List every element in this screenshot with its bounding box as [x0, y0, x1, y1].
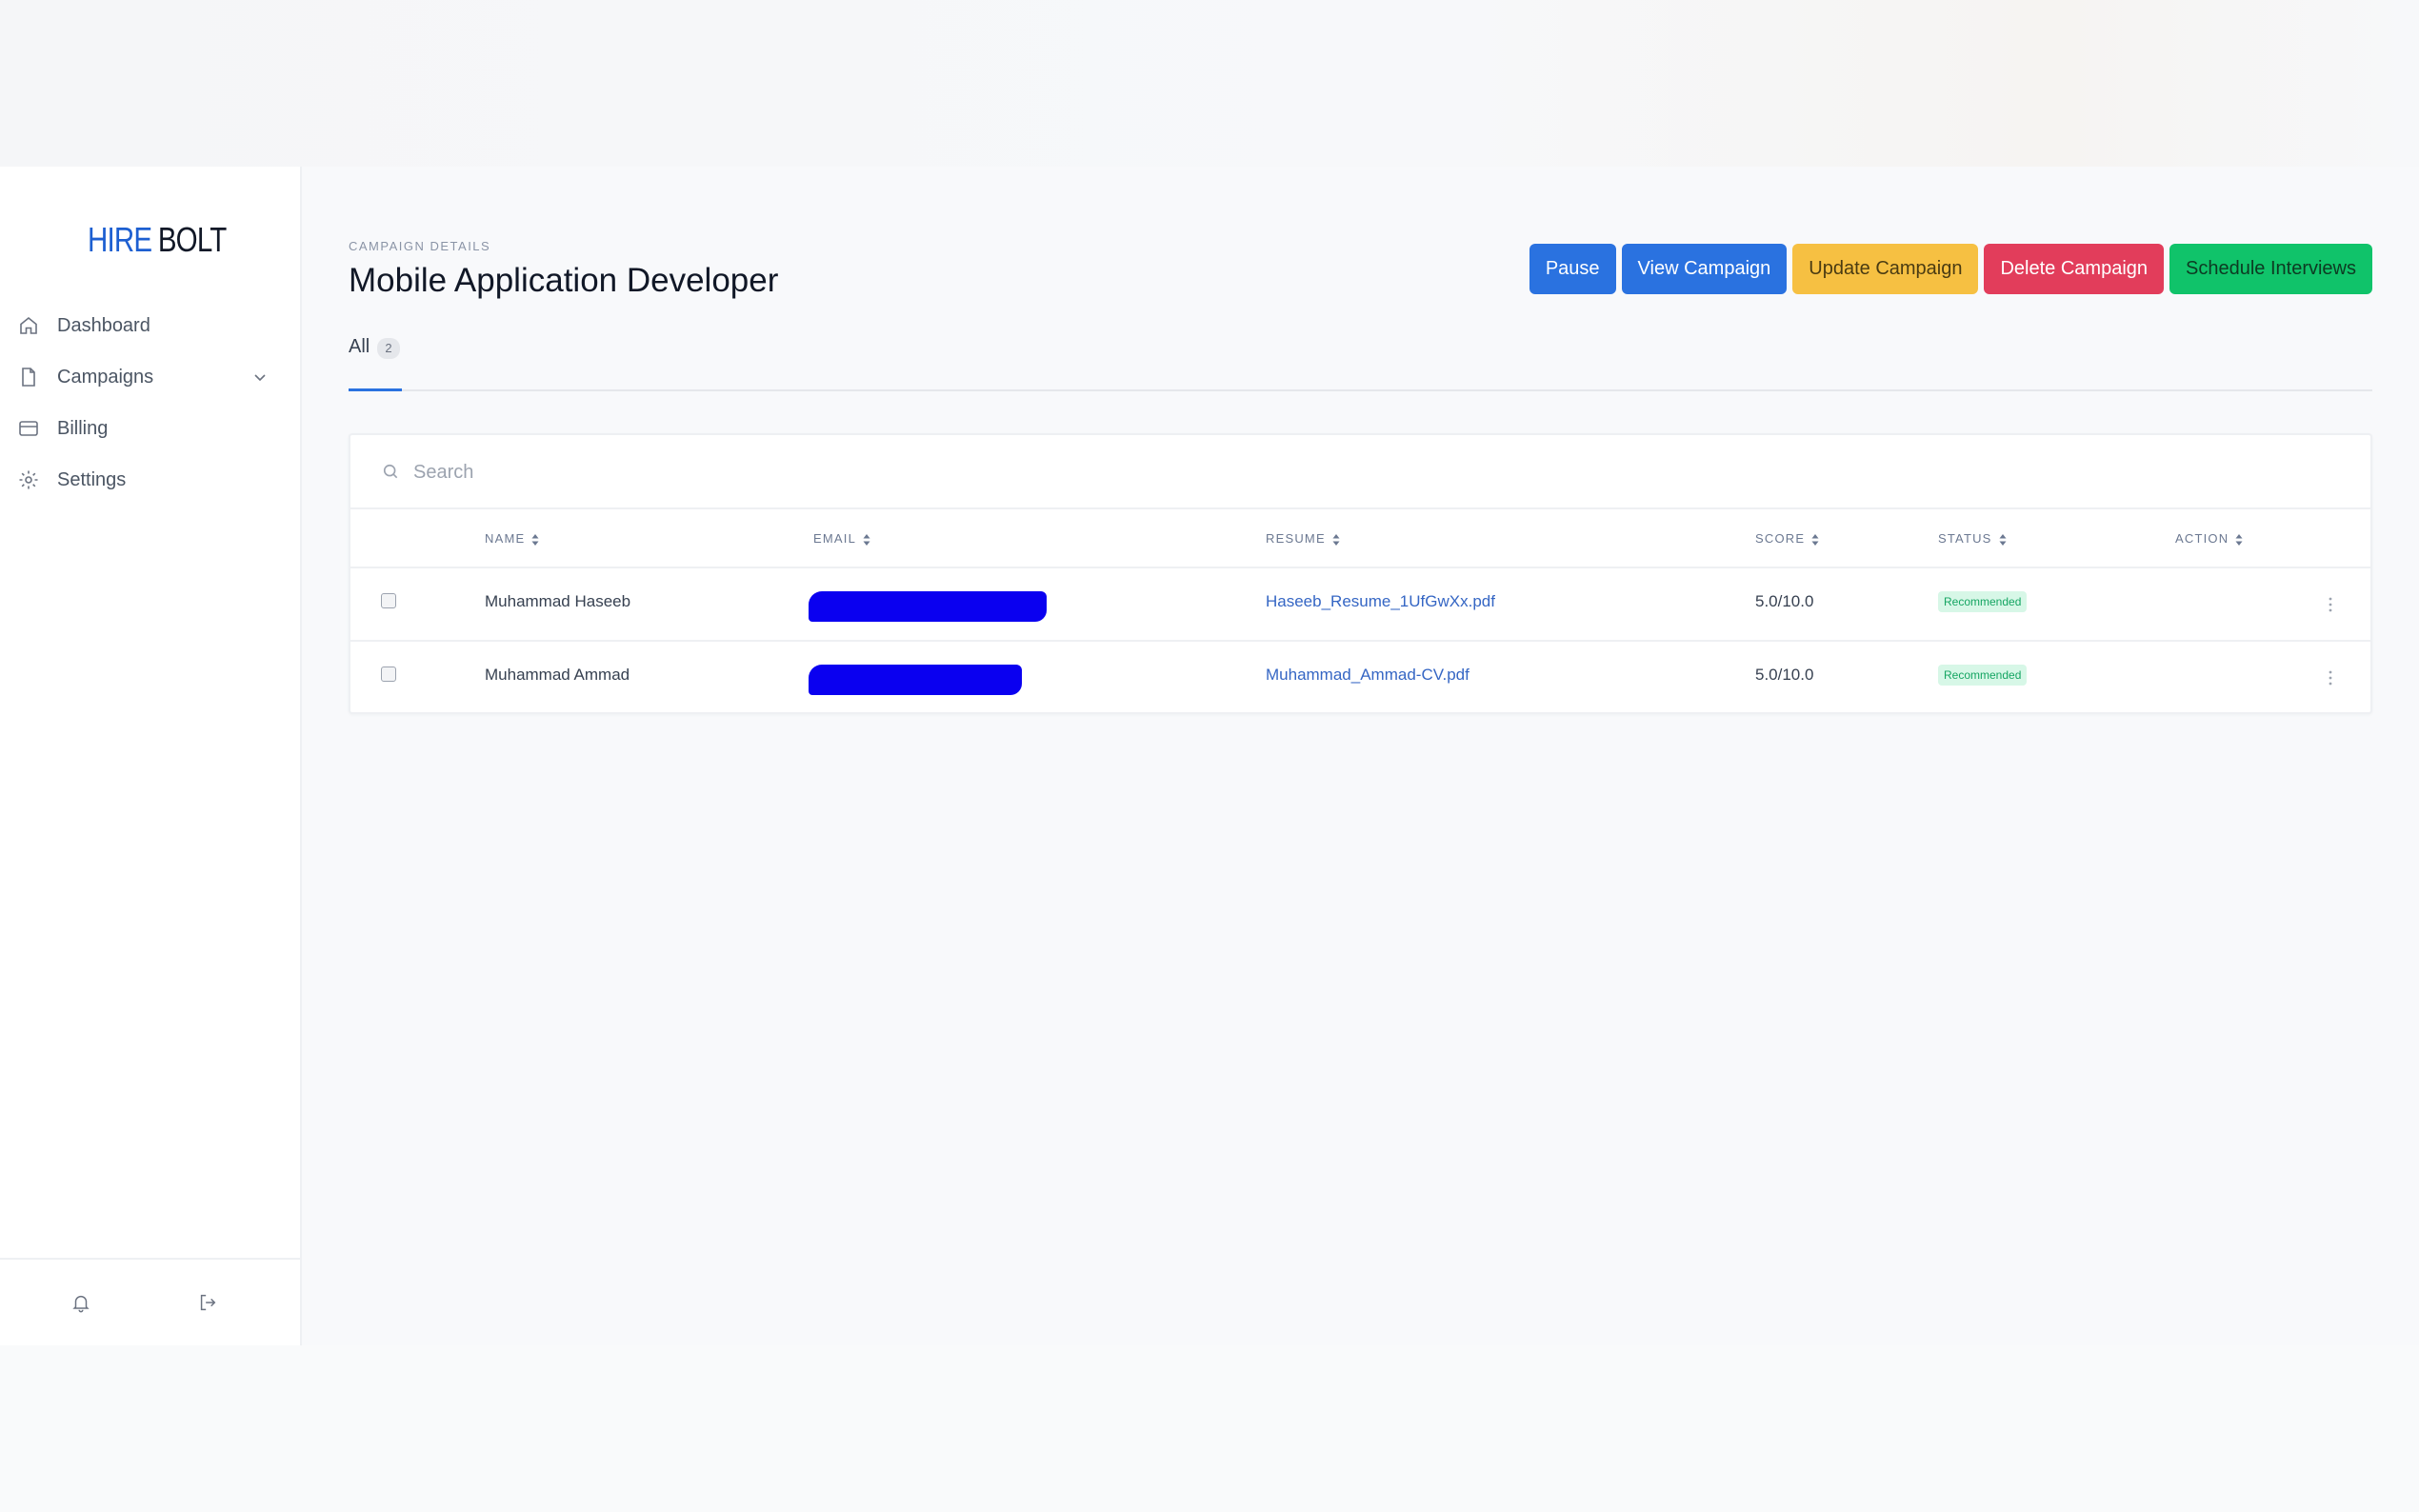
sidebar-item-label: Dashboard: [57, 314, 150, 336]
sidebar: HIRE BOLT Dashboard Campaigns Billing Se…: [0, 167, 302, 1345]
schedule-interviews-button[interactable]: Schedule Interviews: [2169, 244, 2372, 294]
redacted-email: [809, 665, 1022, 695]
table-row: Muhammad Haseeb Haseeb_Resume_1UfGwXx.pd…: [350, 568, 2370, 642]
search-input[interactable]: [413, 452, 1366, 492]
resume-link[interactable]: Haseeb_Resume_1UfGwXx.pdf: [1266, 568, 1495, 635]
chevron-down-icon[interactable]: [249, 366, 271, 388]
logo-hire: HIRE: [88, 220, 152, 259]
sidebar-item-dashboard[interactable]: Dashboard: [0, 300, 302, 351]
row-checkbox[interactable]: [381, 666, 396, 682]
column-header-score[interactable]: SCORE: [1755, 509, 1820, 568]
table-header: NAME EMAIL RESUME SCORE STATUS ACTION: [350, 509, 2370, 568]
sort-icon: [531, 533, 539, 546]
status-badge: Recommended: [1938, 665, 2028, 686]
row-checkbox[interactable]: [381, 593, 396, 608]
sidebar-item-label: Billing: [57, 417, 109, 439]
sidebar-item-label: Settings: [57, 468, 127, 490]
bell-icon[interactable]: [70, 1292, 91, 1313]
home-icon: [17, 314, 40, 337]
sort-icon: [863, 533, 870, 546]
tab-label: All: [349, 336, 370, 357]
update-campaign-button[interactable]: Update Campaign: [1792, 244, 1979, 294]
more-vertical-icon[interactable]: [2327, 665, 2334, 691]
candidate-name: Muhammad Ammad: [485, 666, 630, 684]
sidebar-item-label: Campaigns: [57, 366, 154, 388]
sort-icon: [2235, 533, 2243, 546]
logo-bolt: BOLT: [157, 220, 227, 259]
column-header-label: EMAIL: [813, 531, 857, 546]
bottom-background: [0, 1345, 2419, 1512]
column-header-email[interactable]: EMAIL: [813, 509, 871, 568]
sort-icon: [1332, 533, 1340, 546]
sort-icon: [1999, 533, 2007, 546]
logo: HIRE BOLT: [88, 220, 227, 260]
sidebar-nav: Dashboard Campaigns Billing Settings: [0, 300, 302, 506]
tab-all[interactable]: All 2: [349, 328, 402, 391]
file-icon: [17, 366, 40, 388]
tab-bar: All 2: [349, 328, 2372, 391]
view-campaign-button[interactable]: View Campaign: [1621, 244, 1788, 294]
sidebar-item-settings[interactable]: Settings: [0, 454, 302, 506]
sidebar-footer: [0, 1258, 302, 1345]
page-eyebrow: CAMPAIGN DETAILS: [349, 239, 491, 253]
tab-count-badge: 2: [377, 338, 400, 359]
credit-card-icon: [17, 417, 40, 440]
column-header-label: NAME: [485, 531, 526, 546]
column-header-label: ACTION: [2175, 531, 2229, 546]
top-background: [0, 0, 2419, 167]
delete-campaign-button[interactable]: Delete Campaign: [1984, 244, 2165, 294]
candidate-score: 5.0/10.0: [1755, 666, 1814, 684]
column-header-label: RESUME: [1266, 531, 1326, 546]
column-header-name[interactable]: NAME: [485, 509, 540, 568]
column-header-label: STATUS: [1938, 531, 1992, 546]
logout-icon[interactable]: [197, 1292, 218, 1313]
candidate-name: Muhammad Haseeb: [485, 592, 631, 610]
sidebar-item-campaigns[interactable]: Campaigns: [0, 351, 302, 403]
candidates-card: NAME EMAIL RESUME SCORE STATUS ACTION Mu…: [349, 433, 2372, 714]
redacted-email: [809, 591, 1047, 622]
sidebar-item-billing[interactable]: Billing: [0, 403, 302, 454]
action-bar: Pause View Campaign Update Campaign Dele…: [1529, 244, 2372, 294]
sort-icon: [1811, 533, 1819, 546]
column-header-resume[interactable]: RESUME: [1266, 509, 1341, 568]
page-title: Mobile Application Developer: [349, 262, 779, 299]
gear-icon: [17, 468, 40, 491]
search-icon: [381, 462, 400, 481]
candidate-score: 5.0/10.0: [1755, 592, 1814, 610]
column-header-label: SCORE: [1755, 531, 1806, 546]
column-header-status[interactable]: STATUS: [1938, 509, 2008, 568]
more-vertical-icon[interactable]: [2327, 591, 2334, 618]
resume-link[interactable]: Muhammad_Ammad-CV.pdf: [1266, 642, 1469, 708]
search-bar: [350, 435, 2370, 509]
table-row: Muhammad Ammad Muhammad_Ammad-CV.pdf 5.0…: [350, 642, 2370, 715]
column-header-action[interactable]: ACTION: [2175, 509, 2244, 568]
pause-button[interactable]: Pause: [1529, 244, 1616, 294]
status-badge: Recommended: [1938, 591, 2028, 612]
